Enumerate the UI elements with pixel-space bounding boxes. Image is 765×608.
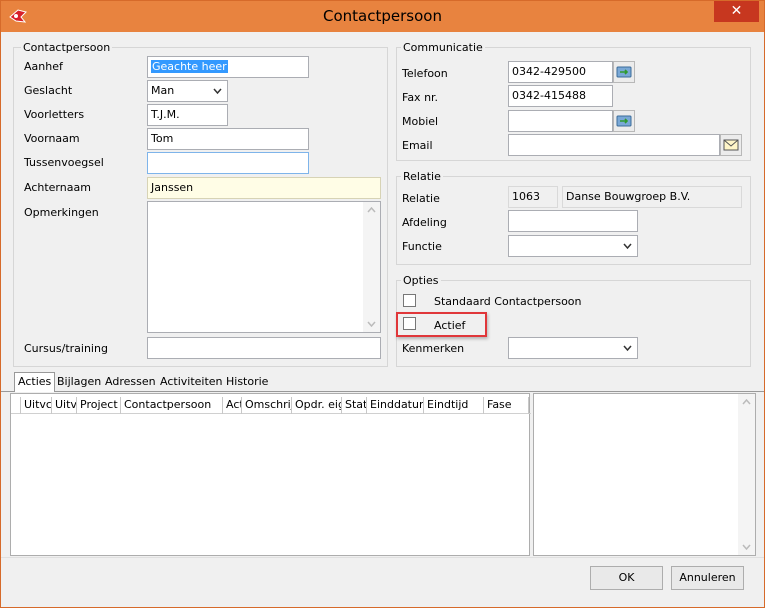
achternaam-value: Janssen — [151, 181, 194, 194]
aanhef-value: Geachte heer — [151, 60, 228, 73]
actief-checkbox[interactable] — [403, 317, 416, 330]
chevron-down-icon — [623, 345, 632, 352]
afdeling-label: Afdeling — [402, 216, 447, 229]
opties-group-title: Opties — [401, 274, 441, 287]
relatie-code: 1063 — [508, 186, 558, 208]
close-button[interactable]: ✕ — [714, 1, 759, 22]
telefoon-label: Telefoon — [402, 67, 448, 80]
voorletters-input[interactable]: T.J.M. — [147, 104, 228, 126]
fax-label: Fax nr. — [402, 91, 439, 104]
opmerkingen-textarea[interactable] — [147, 201, 381, 333]
geslacht-label: Geslacht — [24, 84, 73, 97]
send-email-button[interactable] — [720, 134, 742, 156]
scroll-down-icon — [367, 321, 376, 327]
grid-header: Uitvc Uitvi Project Contactpersoon Act O… — [11, 397, 531, 414]
opmerkingen-label: Opmerkingen — [24, 206, 99, 219]
phone-dial-icon — [616, 115, 632, 127]
call-mobiel-button[interactable] — [613, 110, 635, 132]
functie-label: Functie — [402, 240, 442, 253]
column-header[interactable]: Act — [223, 397, 242, 414]
footer-divider — [1, 557, 764, 558]
voornaam-input[interactable]: Tom — [147, 128, 309, 150]
column-header[interactable]: Project — [77, 397, 121, 414]
geslacht-value: Man — [151, 84, 175, 97]
column-header[interactable]: Uitvi — [52, 397, 77, 414]
scroll-up-icon — [367, 207, 376, 213]
tussenvoegsel-input[interactable] — [147, 152, 309, 174]
fax-input[interactable]: 0342-415488 — [508, 85, 613, 107]
title-bar: Contactpersoon ✕ — [1, 1, 764, 32]
relatie-label: Relatie — [402, 192, 440, 205]
kenmerken-label: Kenmerken — [402, 342, 465, 355]
ok-button[interactable]: OK — [590, 566, 663, 590]
kenmerken-select[interactable] — [508, 337, 638, 359]
voorletters-value: T.J.M. — [151, 108, 180, 121]
email-label: Email — [402, 139, 433, 152]
fax-value: 0342-415488 — [512, 89, 586, 102]
achternaam-label: Achternaam — [24, 181, 91, 194]
annuleren-button[interactable]: Annuleren — [671, 566, 744, 590]
column-header[interactable]: Einddatum — [367, 397, 424, 414]
email-input[interactable] — [508, 134, 720, 156]
detail-pane-scrollbar[interactable] — [738, 394, 755, 555]
tab-bijlagen[interactable]: Bijlagen — [54, 373, 104, 392]
tab-adressen[interactable]: Adressen — [102, 373, 159, 392]
column-header[interactable]: Uitvc — [21, 397, 52, 414]
mobiel-input[interactable] — [508, 110, 613, 132]
phone-dial-icon — [616, 66, 632, 78]
call-telefoon-button[interactable] — [613, 61, 635, 83]
tab-activiteiten-historie[interactable]: Activiteiten Historie — [157, 373, 271, 392]
tussenvoegsel-label: Tussenvoegsel — [24, 156, 104, 169]
telefoon-input[interactable]: 0342-429500 — [508, 61, 613, 83]
grid-header-indicator — [11, 397, 21, 414]
geslacht-select[interactable]: Man — [147, 80, 228, 102]
detail-pane[interactable] — [533, 393, 756, 556]
tab-acties[interactable]: Acties — [14, 372, 56, 392]
standaard-checkbox[interactable] — [403, 294, 416, 307]
scroll-down-icon — [742, 544, 751, 550]
chevron-down-icon — [623, 243, 632, 250]
window-title: Contactpersoon — [323, 7, 442, 25]
voorletters-label: Voorletters — [24, 108, 85, 121]
contactpersoon-group-title: Contactpersoon — [21, 41, 113, 54]
chevron-down-icon — [213, 88, 222, 95]
cursus-label: Cursus/training — [24, 342, 108, 355]
envelope-icon — [723, 139, 739, 151]
voornaam-label: Voornaam — [24, 132, 80, 145]
column-header[interactable]: Eindtijd — [424, 397, 484, 414]
mobiel-label: Mobiel — [402, 115, 439, 128]
column-header[interactable]: Opdr. eig — [292, 397, 342, 414]
relatie-name-value: Danse Bouwgroep B.V. — [566, 190, 691, 203]
functie-select[interactable] — [508, 235, 638, 257]
column-header[interactable]: Stati — [342, 397, 367, 414]
dialog-window: Contactpersoon ✕ Contactpersoon Aanhef G… — [0, 0, 765, 608]
voornaam-value: Tom — [151, 132, 174, 145]
afdeling-input[interactable] — [508, 210, 638, 232]
cursus-input[interactable] — [147, 337, 381, 359]
telefoon-value: 0342-429500 — [512, 65, 586, 78]
relatie-code-value: 1063 — [512, 190, 540, 203]
relatie-name: Danse Bouwgroep B.V. — [562, 186, 742, 208]
column-header[interactable]: Contactpersoon — [121, 397, 223, 414]
aanhef-label: Aanhef — [24, 60, 63, 73]
opmerkingen-scrollbar[interactable] — [363, 202, 380, 332]
communicatie-group-title: Communicatie — [401, 41, 485, 54]
relatie-group-title: Relatie — [401, 170, 443, 183]
column-header[interactable]: Omschrijv — [242, 397, 292, 414]
close-icon: ✕ — [730, 3, 743, 19]
standaard-label: Standaard Contactpersoon — [434, 295, 582, 308]
actief-label: Actief — [434, 319, 466, 332]
column-header[interactable]: Fase — [484, 397, 529, 414]
achternaam-input[interactable]: Janssen — [147, 177, 381, 199]
acties-grid[interactable]: Uitvc Uitvi Project Contactpersoon Act O… — [10, 393, 531, 556]
scroll-up-icon — [742, 399, 751, 405]
app-logo-icon — [9, 9, 27, 23]
aanhef-input[interactable]: Geachte heer — [147, 56, 309, 78]
